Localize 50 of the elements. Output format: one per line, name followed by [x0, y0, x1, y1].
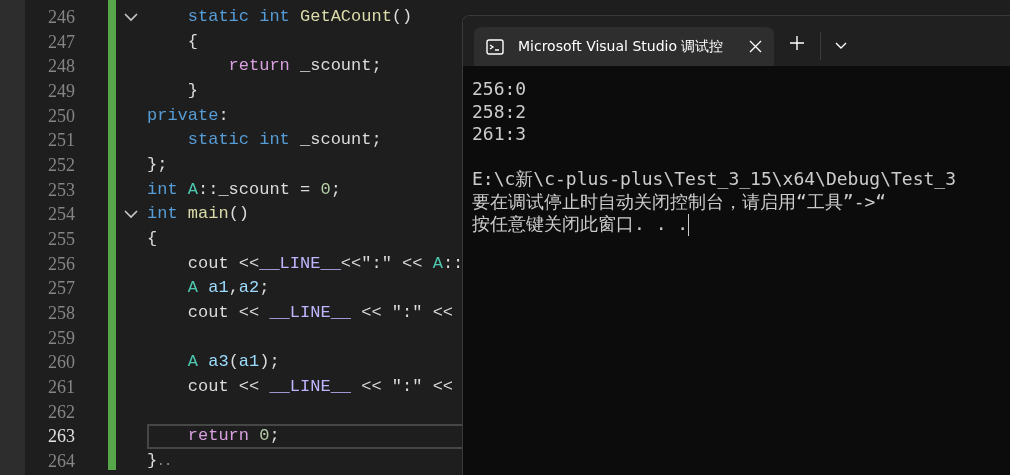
line-number: 256 [48, 253, 75, 274]
code-line: cout <<__LINE__<<":" << A:: [186, 253, 464, 273]
code-line: static int _scount; [186, 130, 382, 150]
line-number: 254 [48, 204, 75, 225]
console-output-line: 要在调试停止时自动关闭控制台，请启用“工具”->“ [472, 190, 887, 212]
console-output-line: E:\c新\c-plus-plus\Test_3_15\x64\Debug\Test_3 [472, 168, 956, 189]
code-line: } [186, 80, 198, 100]
console-output-line: 按任意键关闭此窗口. . . [472, 213, 689, 234]
code-line: }; [147, 154, 168, 174]
line-number: 263 [48, 426, 75, 447]
line-number: 261 [48, 376, 75, 397]
terminal-icon [486, 38, 504, 55]
code-line: { [147, 228, 158, 248]
collapse-chevron-icon[interactable] [124, 12, 138, 22]
line-number: 258 [48, 302, 75, 323]
line-number: 259 [48, 327, 75, 348]
line-number: 253 [48, 179, 75, 200]
code-line: private: [147, 105, 229, 125]
line-number: 248 [48, 56, 75, 77]
code-line: int A::_scount = 0; [147, 179, 341, 199]
line-number: 247 [48, 31, 75, 52]
code-line: { [186, 31, 198, 51]
code-line: A a1,a2; [186, 278, 270, 298]
line-number: 246 [48, 7, 75, 27]
code-line: return _scount; [227, 56, 382, 76]
code-line: cout << __LINE__ << ":" << [186, 302, 454, 322]
code-line: cout << __LINE__ << ":" << [186, 376, 454, 396]
line-number: 257 [48, 278, 75, 299]
text-cursor [688, 213, 690, 236]
new-tab-icon[interactable] [790, 36, 804, 50]
line-number: 251 [48, 130, 75, 151]
line-number: 260 [48, 352, 75, 373]
code-line: A a3(a1); [186, 352, 280, 372]
line-number: 252 [48, 154, 75, 175]
code-line: return 0; [186, 426, 280, 446]
code-line: int main() [147, 204, 250, 224]
dropdown-chevron-icon[interactable] [835, 42, 847, 50]
line-number: 249 [48, 80, 75, 101]
code-line: static int GetACount() [186, 7, 413, 26]
line-number: 250 [48, 105, 75, 126]
console-output-line: 261:3 [472, 123, 527, 144]
console-tab[interactable]: Microsoft Visual Studio 调试控 [474, 27, 774, 66]
console-output-line: 258:2 [472, 100, 527, 122]
console-output-line: 256:0 [472, 78, 527, 99]
line-number: 255 [48, 228, 75, 249]
line-number: 264 [48, 450, 75, 471]
code-line: }.. [147, 450, 172, 470]
close-icon[interactable] [749, 40, 762, 53]
collapse-chevron-icon[interactable] [124, 210, 138, 220]
line-number: 262 [48, 401, 75, 422]
